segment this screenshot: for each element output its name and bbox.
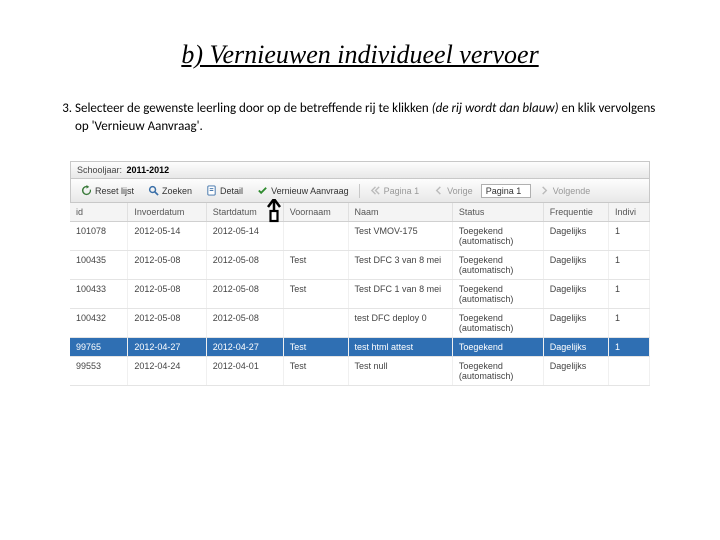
cell-invoer: 2012-05-08 (128, 309, 206, 338)
table-row[interactable]: 1004332012-05-082012-05-08TestTest DFC 1… (70, 280, 650, 309)
col-status[interactable]: Status (452, 203, 543, 222)
schooljaar-label: Schooljaar: (77, 165, 122, 175)
cell-status: Toegekend (452, 338, 543, 357)
cell-naam: Test DFC 1 van 8 mei (348, 280, 452, 309)
toolbar: Reset lijst Zoeken Detail Vernieuw Aanvr… (70, 179, 650, 203)
instruction-step: Selecteer de gewenste leerling door op d… (75, 100, 670, 136)
cell-naam: test DFC deploy 0 (348, 309, 452, 338)
cell-indiv: 1 (609, 309, 650, 338)
cell-invoer: 2012-04-24 (128, 357, 206, 386)
cell-naam: Test null (348, 357, 452, 386)
cell-status: Toegekend (automatisch) (452, 222, 543, 251)
zoeken-label: Zoeken (162, 186, 192, 196)
schooljaar-value: 2011-2012 (127, 165, 170, 175)
cell-freq: Dagelijks (543, 309, 608, 338)
search-icon (148, 185, 159, 196)
cell-naam: Test DFC 3 van 8 mei (348, 251, 452, 280)
table-row[interactable]: 995532012-04-242012-04-01TestTest nullTo… (70, 357, 650, 386)
table-header-row: id Invoerdatum Startdatum Voornaam Naam … (70, 203, 650, 222)
cell-freq: Dagelijks (543, 251, 608, 280)
cell-status: Toegekend (automatisch) (452, 309, 543, 338)
cell-status: Toegekend (automatisch) (452, 280, 543, 309)
table-row[interactable]: 1004352012-05-082012-05-08TestTest DFC 3… (70, 251, 650, 280)
cell-indiv: 1 (609, 222, 650, 251)
cell-start: 2012-05-08 (206, 280, 283, 309)
cell-id: 100435 (70, 251, 128, 280)
page-title: b) Vernieuwen individueel vervoer (50, 40, 670, 70)
cell-status: Toegekend (automatisch) (452, 357, 543, 386)
cell-start: 2012-04-01 (206, 357, 283, 386)
cell-invoer: 2012-04-27 (128, 338, 206, 357)
cell-indiv: 1 (609, 251, 650, 280)
col-start[interactable]: Startdatum (206, 203, 283, 222)
cell-start: 2012-05-08 (206, 309, 283, 338)
results-table: id Invoerdatum Startdatum Voornaam Naam … (70, 203, 650, 386)
pagina-input[interactable]: Pagina 1 (481, 184, 531, 198)
reset-button[interactable]: Reset lijst (75, 182, 140, 199)
chevron-right-icon (539, 185, 550, 196)
vernieuw-label: Vernieuw Aanvraag (271, 186, 349, 196)
detail-button[interactable]: Detail (200, 182, 249, 199)
cell-indiv (609, 357, 650, 386)
reset-label: Reset lijst (95, 186, 134, 196)
cell-indiv: 1 (609, 280, 650, 309)
table-row[interactable]: 997652012-04-272012-04-27Testtest html a… (70, 338, 650, 357)
schooljaar-bar: Schooljaar: 2011-2012 (70, 161, 650, 179)
table-row[interactable]: 1010782012-05-142012-05-14Test VMOV-175T… (70, 222, 650, 251)
cell-start: 2012-05-14 (206, 222, 283, 251)
volgende-label: Volgende (553, 186, 591, 196)
detail-label: Detail (220, 186, 243, 196)
check-icon (257, 185, 268, 196)
cell-voorn (283, 309, 348, 338)
cell-freq: Dagelijks (543, 222, 608, 251)
pagina-first-button[interactable]: Pagina 1 (364, 182, 426, 199)
cell-start: 2012-04-27 (206, 338, 283, 357)
instruction-prefix: Selecteer de gewenste leerling door op d… (75, 101, 432, 116)
col-invoer[interactable]: Invoerdatum (128, 203, 206, 222)
instruction-italic: (de rij wordt dan blauw) (432, 101, 559, 116)
cell-freq: Dagelijks (543, 338, 608, 357)
refresh-icon (81, 185, 92, 196)
chevron-left-icon (433, 185, 444, 196)
cell-id: 100432 (70, 309, 128, 338)
cell-voorn: Test (283, 357, 348, 386)
zoeken-button[interactable]: Zoeken (142, 182, 198, 199)
page-icon (206, 185, 217, 196)
cell-voorn: Test (283, 280, 348, 309)
vorige-label: Vorige (447, 186, 473, 196)
cell-invoer: 2012-05-14 (128, 222, 206, 251)
cell-voorn: Test (283, 251, 348, 280)
cell-freq: Dagelijks (543, 280, 608, 309)
cell-id: 100433 (70, 280, 128, 309)
table-row[interactable]: 1004322012-05-082012-05-08test DFC deplo… (70, 309, 650, 338)
cell-naam: test html attest (348, 338, 452, 357)
cell-id: 101078 (70, 222, 128, 251)
chevrons-left-icon (370, 185, 381, 196)
col-naam[interactable]: Naam (348, 203, 452, 222)
volgende-button[interactable]: Volgende (533, 182, 597, 199)
col-indiv[interactable]: Indivi (609, 203, 650, 222)
cell-naam: Test VMOV-175 (348, 222, 452, 251)
pagina-first-label: Pagina 1 (384, 186, 420, 196)
col-voornaam[interactable]: Voornaam (283, 203, 348, 222)
cell-invoer: 2012-05-08 (128, 280, 206, 309)
vorige-button[interactable]: Vorige (427, 182, 479, 199)
col-freq[interactable]: Frequentie (543, 203, 608, 222)
cell-id: 99553 (70, 357, 128, 386)
cell-indiv: 1 (609, 338, 650, 357)
cell-start: 2012-05-08 (206, 251, 283, 280)
cell-freq: Dagelijks (543, 357, 608, 386)
cell-id: 99765 (70, 338, 128, 357)
cell-invoer: 2012-05-08 (128, 251, 206, 280)
cell-voorn: Test (283, 338, 348, 357)
table-body: 1010782012-05-142012-05-14Test VMOV-175T… (70, 222, 650, 386)
toolbar-separator (359, 184, 360, 198)
vernieuw-aanvraag-button[interactable]: Vernieuw Aanvraag (251, 182, 355, 199)
col-id[interactable]: id (70, 203, 128, 222)
cell-voorn (283, 222, 348, 251)
screenshot-panel: Schooljaar: 2011-2012 Reset lijst Zoeken… (70, 161, 650, 386)
cell-status: Toegekend (automatisch) (452, 251, 543, 280)
